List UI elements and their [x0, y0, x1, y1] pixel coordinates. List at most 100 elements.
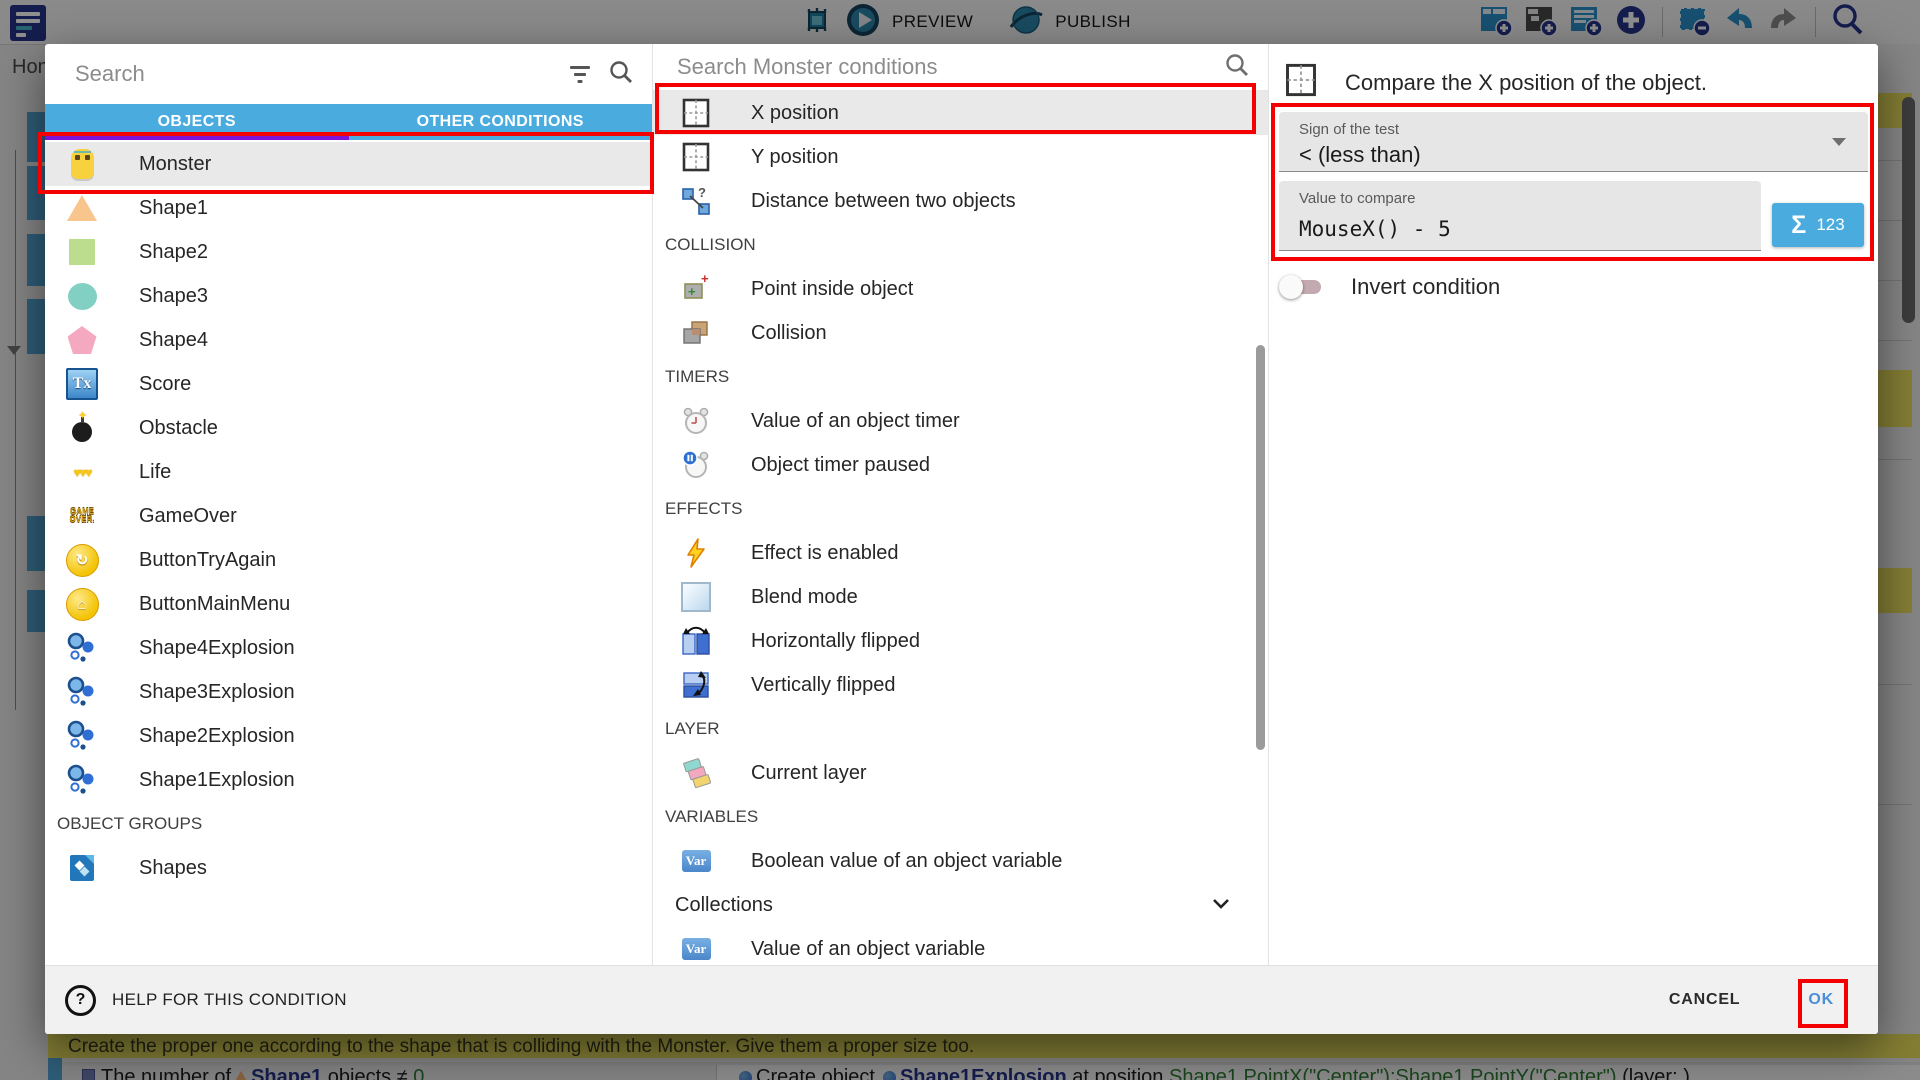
- gameover-logo-icon: GAMEOVER.: [65, 499, 99, 533]
- particle-emitter-icon: [65, 675, 99, 709]
- dropdown-arrow-icon: [1832, 138, 1846, 146]
- object-item-buttontryagain[interactable]: ↻ ButtonTryAgain: [45, 538, 652, 582]
- x-position-icon: [1283, 62, 1319, 103]
- object-item-shape1explosion[interactable]: Shape1Explosion: [45, 758, 652, 802]
- object-item-obstacle[interactable]: Obstacle: [45, 406, 652, 450]
- object-item-shape1[interactable]: Shape1: [45, 186, 652, 230]
- distance-icon: ?: [679, 184, 713, 218]
- condition-item-timer-value[interactable]: Value of an object timer: [653, 399, 1268, 443]
- object-item-buttonmainmenu[interactable]: ⌂ ButtonMainMenu: [45, 582, 652, 626]
- conditions-scrollbar[interactable]: [1256, 345, 1265, 750]
- cancel-button[interactable]: CANCEL: [1661, 981, 1748, 1019]
- collision-icon: [679, 316, 713, 350]
- bomb-icon: [65, 411, 99, 445]
- sign-of-test-value: < (less than): [1299, 142, 1421, 168]
- svg-text:?: ?: [698, 185, 706, 200]
- help-link[interactable]: ? HELP FOR THIS CONDITION: [65, 985, 347, 1016]
- home-button-icon: ⌂: [65, 587, 99, 621]
- tab-objects[interactable]: OBJECTS: [45, 104, 349, 140]
- sign-of-test-label: Sign of the test: [1299, 121, 1399, 138]
- timer-icon: [679, 404, 713, 438]
- object-item-shape4[interactable]: Shape4: [45, 318, 652, 362]
- lightning-icon: [679, 536, 713, 570]
- condition-item-x-position[interactable]: X position: [653, 91, 1268, 135]
- invert-condition-label: Invert condition: [1351, 274, 1500, 300]
- section-timers: TIMERS: [653, 355, 1268, 399]
- particle-emitter-icon: [65, 763, 99, 797]
- condition-item-y-position[interactable]: Y position: [653, 135, 1268, 179]
- hearts-icon: ♥♥♥: [65, 455, 99, 489]
- layers-icon: [679, 756, 713, 790]
- sign-of-test-select[interactable]: Sign of the test < (less than): [1279, 112, 1868, 172]
- config-title: Compare the X position of the object.: [1345, 70, 1707, 96]
- conditions-search-input[interactable]: [675, 53, 1224, 81]
- filter-icon[interactable]: [568, 64, 592, 84]
- value-to-compare-label: Value to compare: [1299, 190, 1415, 207]
- section-layer: LAYER: [653, 707, 1268, 751]
- objects-list: Monster Shape1 Shape2 Shape3: [45, 140, 652, 965]
- conditions-panel: X position Y position ? Distance between…: [653, 44, 1269, 965]
- objects-tabs: OBJECTS OTHER CONDITIONS: [45, 104, 652, 140]
- object-item-shape4explosion[interactable]: Shape4Explosion: [45, 626, 652, 670]
- search-icon: [1224, 52, 1250, 83]
- object-group-shapes[interactable]: Shapes: [45, 846, 652, 890]
- screen: PREVIEW PUBLISH: [0, 0, 1920, 1080]
- help-icon: ?: [65, 985, 96, 1016]
- pentagon-icon: [65, 323, 99, 357]
- collections-accordion[interactable]: Collections: [653, 883, 1268, 927]
- text-object-icon: Tx: [65, 367, 99, 401]
- object-item-monster[interactable]: Monster: [45, 142, 652, 186]
- object-groups-header: OBJECT GROUPS: [45, 802, 652, 846]
- object-item-shape3explosion[interactable]: Shape3Explosion: [45, 670, 652, 714]
- point-inside-icon: ++: [679, 272, 713, 306]
- circle-icon: [65, 279, 99, 313]
- section-variables: VARIABLES: [653, 795, 1268, 839]
- conditions-search-row: [653, 44, 1268, 91]
- particle-emitter-icon: [65, 719, 99, 753]
- condition-editor-dialog: OBJECTS OTHER CONDITIONS Monster Shape1 …: [45, 44, 1878, 1034]
- search-icon: [608, 59, 634, 90]
- timer-paused-icon: [679, 448, 713, 482]
- condition-config-panel: Compare the X position of the object. Si…: [1269, 44, 1878, 965]
- object-item-shape2explosion[interactable]: Shape2Explosion: [45, 714, 652, 758]
- object-item-gameover[interactable]: GAMEOVER. GameOver: [45, 494, 652, 538]
- blend-mode-icon: [679, 580, 713, 614]
- svg-text:+: +: [701, 273, 709, 286]
- condition-item-boolean-variable[interactable]: Var Boolean value of an object variable: [653, 839, 1268, 883]
- object-item-score[interactable]: Tx Score: [45, 362, 652, 406]
- objects-search-row: [45, 44, 652, 104]
- condition-item-effect-enabled[interactable]: Effect is enabled: [653, 531, 1268, 575]
- condition-item-current-layer[interactable]: Current layer: [653, 751, 1268, 795]
- section-collision: COLLISION: [653, 223, 1268, 267]
- tab-other-conditions[interactable]: OTHER CONDITIONS: [349, 104, 653, 140]
- object-item-shape2[interactable]: Shape2: [45, 230, 652, 274]
- variable-icon: Var: [679, 844, 713, 878]
- sigma-icon: Σ: [1791, 211, 1806, 240]
- object-item-shape3[interactable]: Shape3: [45, 274, 652, 318]
- object-item-life[interactable]: ♥♥♥ Life: [45, 450, 652, 494]
- condition-item-point-inside[interactable]: ++ Point inside object: [653, 267, 1268, 311]
- variable-icon: Var: [679, 932, 713, 965]
- x-position-icon: [679, 96, 713, 130]
- expression-editor-button[interactable]: Σ 123: [1772, 203, 1864, 247]
- invert-condition-row: Invert condition: [1279, 272, 1500, 302]
- invert-condition-toggle[interactable]: [1279, 272, 1325, 302]
- condition-item-blend-mode[interactable]: Blend mode: [653, 575, 1268, 619]
- value-to-compare-field[interactable]: Value to compare MouseX() - 5: [1279, 181, 1761, 251]
- condition-item-variable-value[interactable]: Var Value of an object variable: [653, 927, 1268, 965]
- condition-item-collision[interactable]: Collision: [653, 311, 1268, 355]
- condition-item-horizontally-flipped[interactable]: Horizontally flipped: [653, 619, 1268, 663]
- vertical-flip-icon: [679, 668, 713, 702]
- condition-item-vertically-flipped[interactable]: Vertically flipped: [653, 663, 1268, 707]
- section-effects: EFFECTS: [653, 487, 1268, 531]
- dialog-footer: ? HELP FOR THIS CONDITION CANCEL OK: [45, 965, 1878, 1034]
- condition-item-distance[interactable]: ? Distance between two objects: [653, 179, 1268, 223]
- object-group-icon: [65, 851, 99, 885]
- svg-text:+: +: [688, 284, 696, 299]
- chevron-down-icon: [1208, 890, 1234, 921]
- ok-button[interactable]: OK: [1800, 981, 1842, 1019]
- square-icon: [65, 235, 99, 269]
- objects-search-input[interactable]: [73, 60, 568, 88]
- condition-item-timer-paused[interactable]: Object timer paused: [653, 443, 1268, 487]
- objects-panel: OBJECTS OTHER CONDITIONS Monster Shape1 …: [45, 44, 653, 965]
